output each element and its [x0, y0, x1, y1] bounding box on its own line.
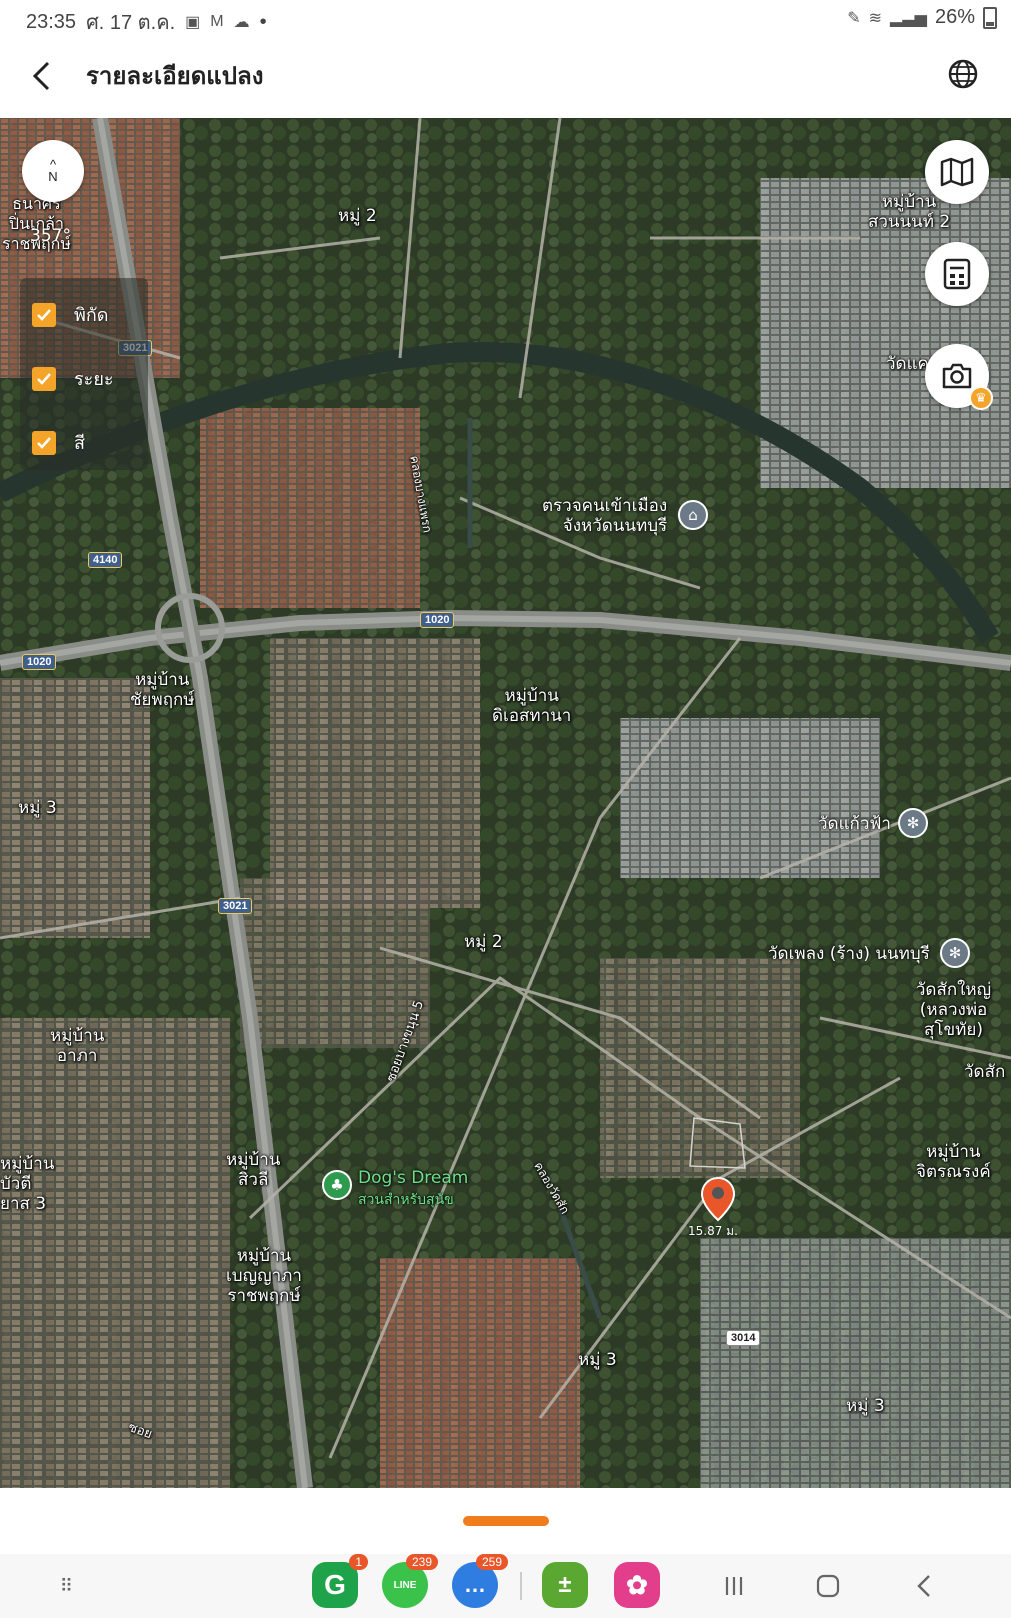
gallery-app-icon[interactable]: ✿ — [614, 1562, 660, 1608]
language-button[interactable] — [943, 54, 983, 94]
camera-button[interactable]: ♛ — [925, 344, 993, 410]
checkbox-checked-icon[interactable] — [32, 302, 56, 327]
area-label: หมู่บ้าน จิตรณรงค์ — [916, 1142, 991, 1182]
location-pin-icon[interactable] — [700, 1176, 736, 1222]
satellite-map[interactable]: ธนาศร ปิ่นเกล้า ราชพฤกษ์ หมู่ 2 หมู่บ้าน… — [0, 118, 1011, 1488]
messages-app-icon[interactable]: … 259 — [452, 1554, 508, 1608]
route-shield: 3021 — [218, 898, 253, 914]
park-icon[interactable]: ♣ — [322, 1170, 352, 1200]
area-label: หมู่ 2 — [464, 932, 503, 952]
poi-label[interactable]: วัดแก้วฟ้า — [818, 814, 891, 834]
area-label: หมู่บ้าน บัวตี ยาส 3 — [0, 1154, 55, 1214]
recents-button[interactable] — [714, 1568, 754, 1604]
route-shield: 4140 — [88, 552, 123, 568]
map-imagery — [0, 118, 1011, 1488]
battery-percent: 26% — [934, 6, 975, 28]
crown-icon: ♛ — [969, 386, 993, 410]
gallery-notification-icon: ▣ — [185, 14, 201, 31]
poi-sublabel: สวนสำหรับสุนัข — [358, 1192, 454, 1208]
back-chevron-icon — [917, 1575, 930, 1597]
layer-label: ระยะ — [74, 369, 114, 390]
app-drawer-icon[interactable]: ⠿ — [46, 1568, 86, 1604]
calculator-button[interactable] — [925, 242, 989, 306]
layer-label: สี — [74, 433, 85, 454]
status-more-dot: • — [259, 10, 267, 33]
area-label: หมู่บ้าน เบญญาภา ราชพฤกษ์ — [226, 1246, 302, 1306]
notification-badge: 239 — [405, 1554, 438, 1570]
poi-label[interactable]: ตรวจคนเข้าเมือง จังหวัดนนทบุรี — [542, 496, 667, 536]
layer-toggle-color[interactable]: สี — [32, 428, 85, 457]
home-button[interactable] — [808, 1568, 848, 1604]
system-nav-bar: ⠿ G 1 LINE 239 … 259 ± ✿ — [0, 1554, 1011, 1618]
layer-panel: พิกัด ระยะ สี — [20, 278, 148, 470]
temple-icon[interactable]: ✻ — [898, 808, 928, 838]
map-type-button[interactable] — [925, 140, 989, 204]
pen-icon: ✎ — [847, 9, 861, 27]
dock-divider — [520, 1572, 522, 1600]
recents-icon — [725, 1577, 743, 1595]
line-app-icon[interactable]: LINE 239 — [382, 1554, 438, 1608]
back-arrow-icon — [32, 61, 50, 91]
gmail-notification-icon: M — [210, 13, 224, 30]
battery-icon — [983, 6, 997, 29]
checkbox-checked-icon[interactable] — [32, 430, 56, 455]
back-nav-button[interactable] — [904, 1568, 944, 1604]
compass-north-label: N — [48, 169, 58, 184]
cloud-notification-icon: ☁ — [233, 14, 250, 31]
area-label: หมู่บ้าน ชัยพฤกษ์ — [130, 670, 195, 710]
layer-label: พิกัด — [74, 305, 109, 326]
area-label: หมู่บ้าน ดิเอสทานา — [492, 686, 572, 726]
page-title: รายละเอียดแปลง — [86, 62, 264, 90]
signal-icon: ▂▃▅ — [890, 9, 927, 27]
grab-app-icon[interactable]: G 1 — [312, 1554, 368, 1608]
status-time: 23:35 — [26, 10, 77, 33]
back-button[interactable] — [22, 56, 62, 96]
notification-badge: 259 — [475, 1554, 508, 1570]
government-icon[interactable]: ⌂ — [678, 500, 708, 530]
area-label: วัดแค — [886, 354, 929, 374]
globe-icon — [948, 59, 978, 89]
route-shield: 3014 — [726, 1330, 761, 1346]
area-label: หมู่บ้าน สิวลี — [226, 1150, 281, 1190]
bearing-label: 357° — [30, 226, 71, 246]
temple-icon[interactable]: ✻ — [940, 938, 970, 968]
camera-icon — [942, 363, 972, 389]
area-label: หมู่ 3 — [846, 1396, 885, 1416]
poi-label[interactable]: วัดเพลง (ร้าง) นนทบุรี — [768, 944, 930, 964]
app-bar: รายละเอียดแปลง — [0, 34, 1011, 118]
sheet-drag-handle[interactable] — [463, 1516, 549, 1526]
poi-label[interactable]: Dog's Dream — [358, 1168, 468, 1188]
status-bar: 23:35 ศ. 17 ต.ค. ▣ M ☁ • ✎ ≋ ▂▃▅ 26% — [0, 0, 1011, 34]
parcel-area-label: 15.87 ม. — [688, 1224, 738, 1238]
route-shield: 1020 — [420, 612, 455, 628]
checkbox-checked-icon[interactable] — [32, 366, 56, 391]
calculator-app-icon[interactable]: ± — [542, 1562, 588, 1608]
compass-button[interactable]: ^ N — [22, 140, 84, 202]
route-shield: 1020 — [22, 654, 57, 670]
area-label: หมู่ 3 — [18, 798, 57, 818]
notification-badge: 1 — [349, 1554, 368, 1570]
area-label: วัดสักใหญ่ (หลวงพ่อสุโขทัย) — [915, 980, 992, 1040]
wifi-icon: ≋ — [868, 9, 883, 27]
layer-toggle-coordinates[interactable]: พิกัด — [32, 300, 108, 329]
map-icon — [940, 157, 974, 187]
calculator-icon — [943, 258, 971, 290]
area-label: หมู่ 3 — [578, 1350, 617, 1370]
bottom-sheet[interactable] — [0, 1488, 1011, 1554]
area-label: หมู่บ้าน อาภา — [50, 1026, 105, 1066]
area-label: หมู่ 2 — [338, 206, 377, 226]
home-icon — [816, 1574, 840, 1598]
layer-toggle-distance[interactable]: ระยะ — [32, 364, 114, 393]
area-label: วัดสัก — [964, 1062, 1006, 1082]
